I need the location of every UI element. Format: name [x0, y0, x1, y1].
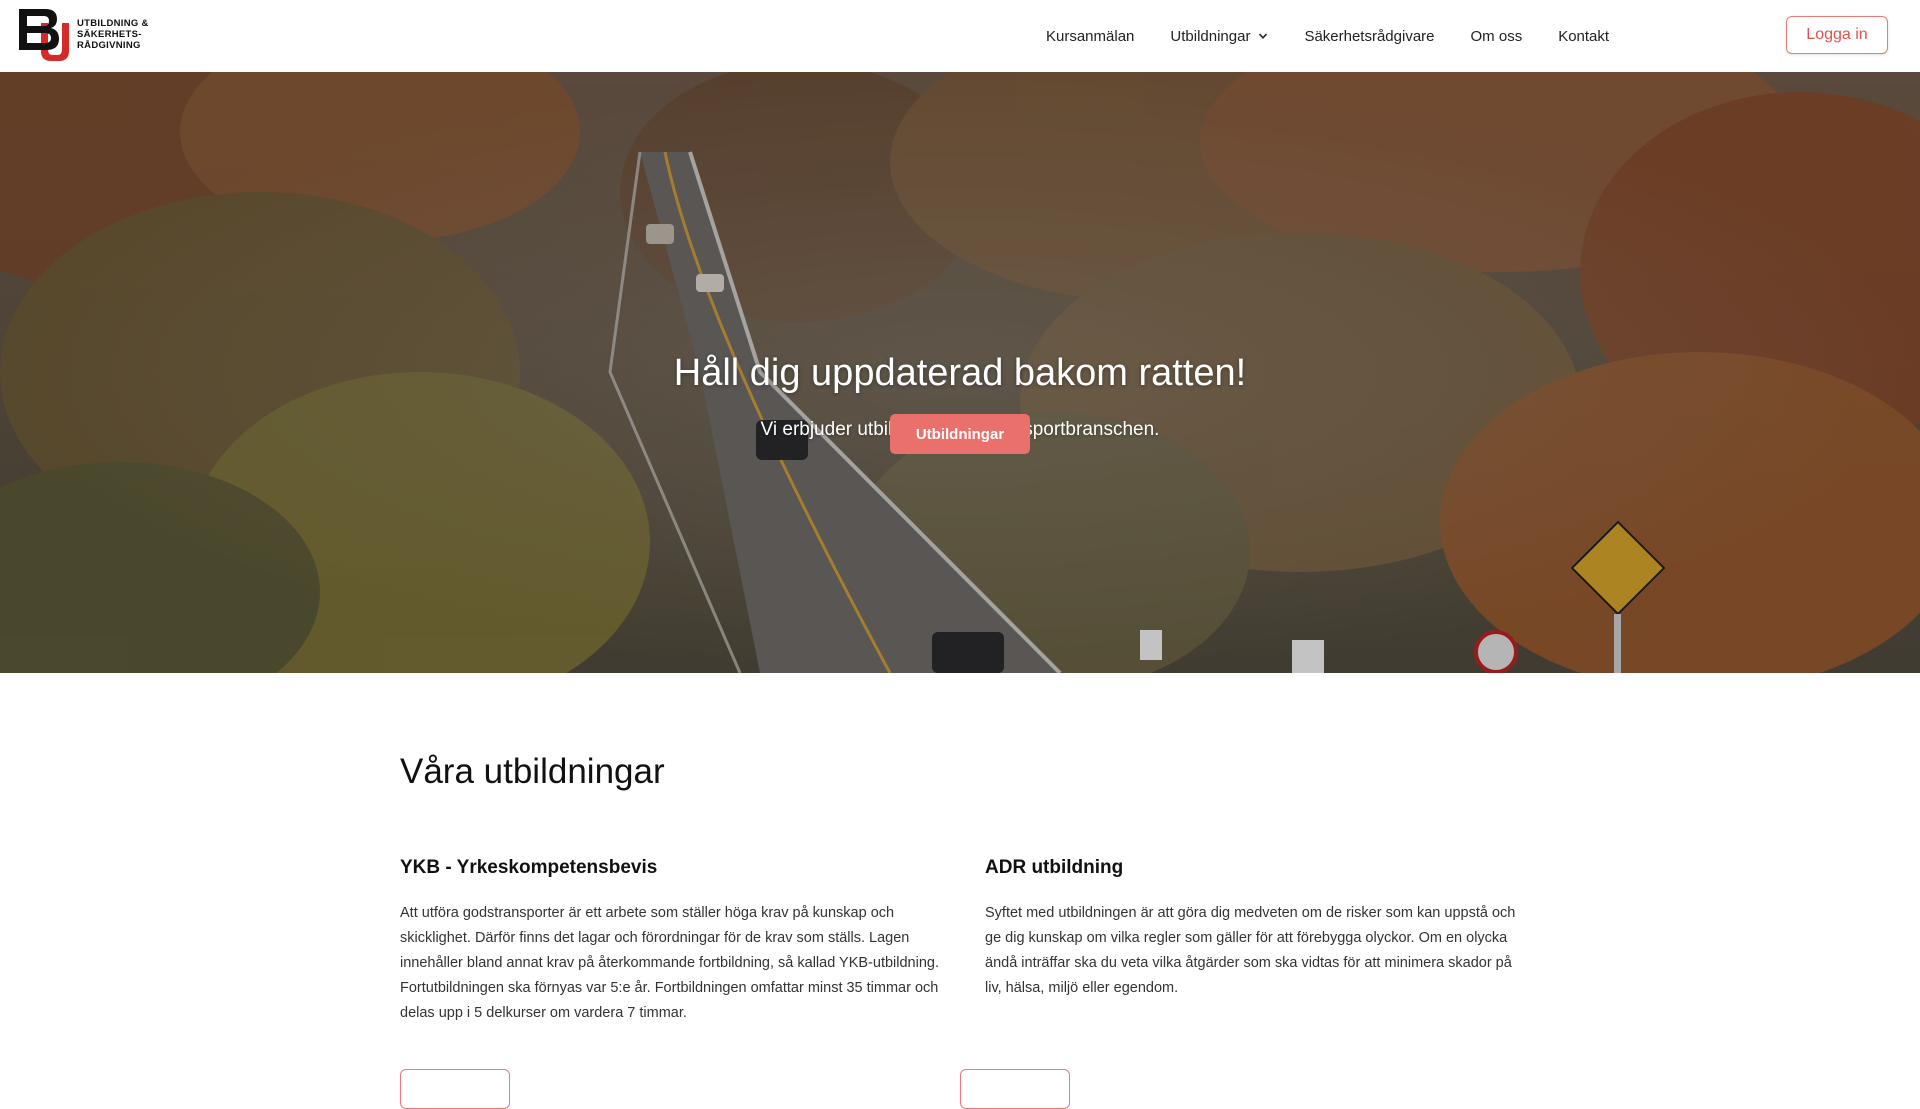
- course-card-text: Att utföra godstransporter är ett arbete…: [400, 905, 939, 1021]
- course-card-adr: ADR utbildning Syftet med utbildningen ä…: [985, 857, 1520, 1001]
- site-header: UTBILDNING & SÄKERHETS- RÅDGIVNING Kursa…: [0, 0, 1920, 73]
- course-card-ykb: YKB - Yrkeskompetensbevis Att utföra god…: [400, 857, 940, 1026]
- course-card-title: ADR utbildning: [985, 857, 1124, 878]
- logo-mark-icon: [19, 9, 69, 61]
- nav-item-utbildningar[interactable]: Utbildningar: [1170, 28, 1268, 45]
- nav-item-label: Kontakt: [1558, 27, 1610, 45]
- nav-item-om-oss[interactable]: Om oss: [1471, 28, 1523, 45]
- section-title: Våra utbildningar: [400, 752, 665, 791]
- hero-utbildningar-button[interactable]: Utbildningar: [890, 414, 1030, 454]
- chevron-down-icon: [1259, 33, 1268, 39]
- course-card-text: Syftet med utbildningen är att göra dig …: [985, 905, 1516, 996]
- nav-item-label: Säkerhetsrådgivare: [1304, 27, 1435, 45]
- login-button[interactable]: Logga in: [1786, 16, 1888, 54]
- nav-item-label: Om oss: [1470, 27, 1523, 45]
- logo-line-3: RÅDGIVNING: [77, 40, 141, 51]
- course-card-title: YKB - Yrkeskompetensbevis: [400, 857, 658, 878]
- nav-item-kursanmalan[interactable]: Kursanmälan: [1046, 28, 1134, 45]
- course-card-adr-button[interactable]: [960, 1069, 1070, 1109]
- nav-item-label: Kursanmälan: [1046, 27, 1135, 45]
- logo-line-2: SÄKERHETS-: [77, 29, 142, 40]
- nav-item-label: Utbildningar: [1170, 27, 1251, 45]
- logo-text: UTBILDNING & SÄKERHETS- RÅDGIVNING: [77, 18, 149, 51]
- logo-line-1: UTBILDNING &: [77, 18, 149, 29]
- hero-section: Håll dig uppdaterad bakom ratten! Vi erb…: [0, 72, 1920, 673]
- hero-title: Håll dig uppdaterad bakom ratten!: [673, 352, 1247, 394]
- nav-item-sakerhetsradgivare[interactable]: Säkerhetsrådgivare: [1304, 28, 1434, 45]
- logo[interactable]: UTBILDNING & SÄKERHETS- RÅDGIVNING: [19, 9, 164, 63]
- nav-item-kontakt[interactable]: Kontakt: [1558, 28, 1609, 45]
- main-nav: Kursanmälan Utbildningar Säkerhetsrådgiv…: [1046, 0, 1645, 72]
- course-card-ykb-button[interactable]: [400, 1069, 510, 1109]
